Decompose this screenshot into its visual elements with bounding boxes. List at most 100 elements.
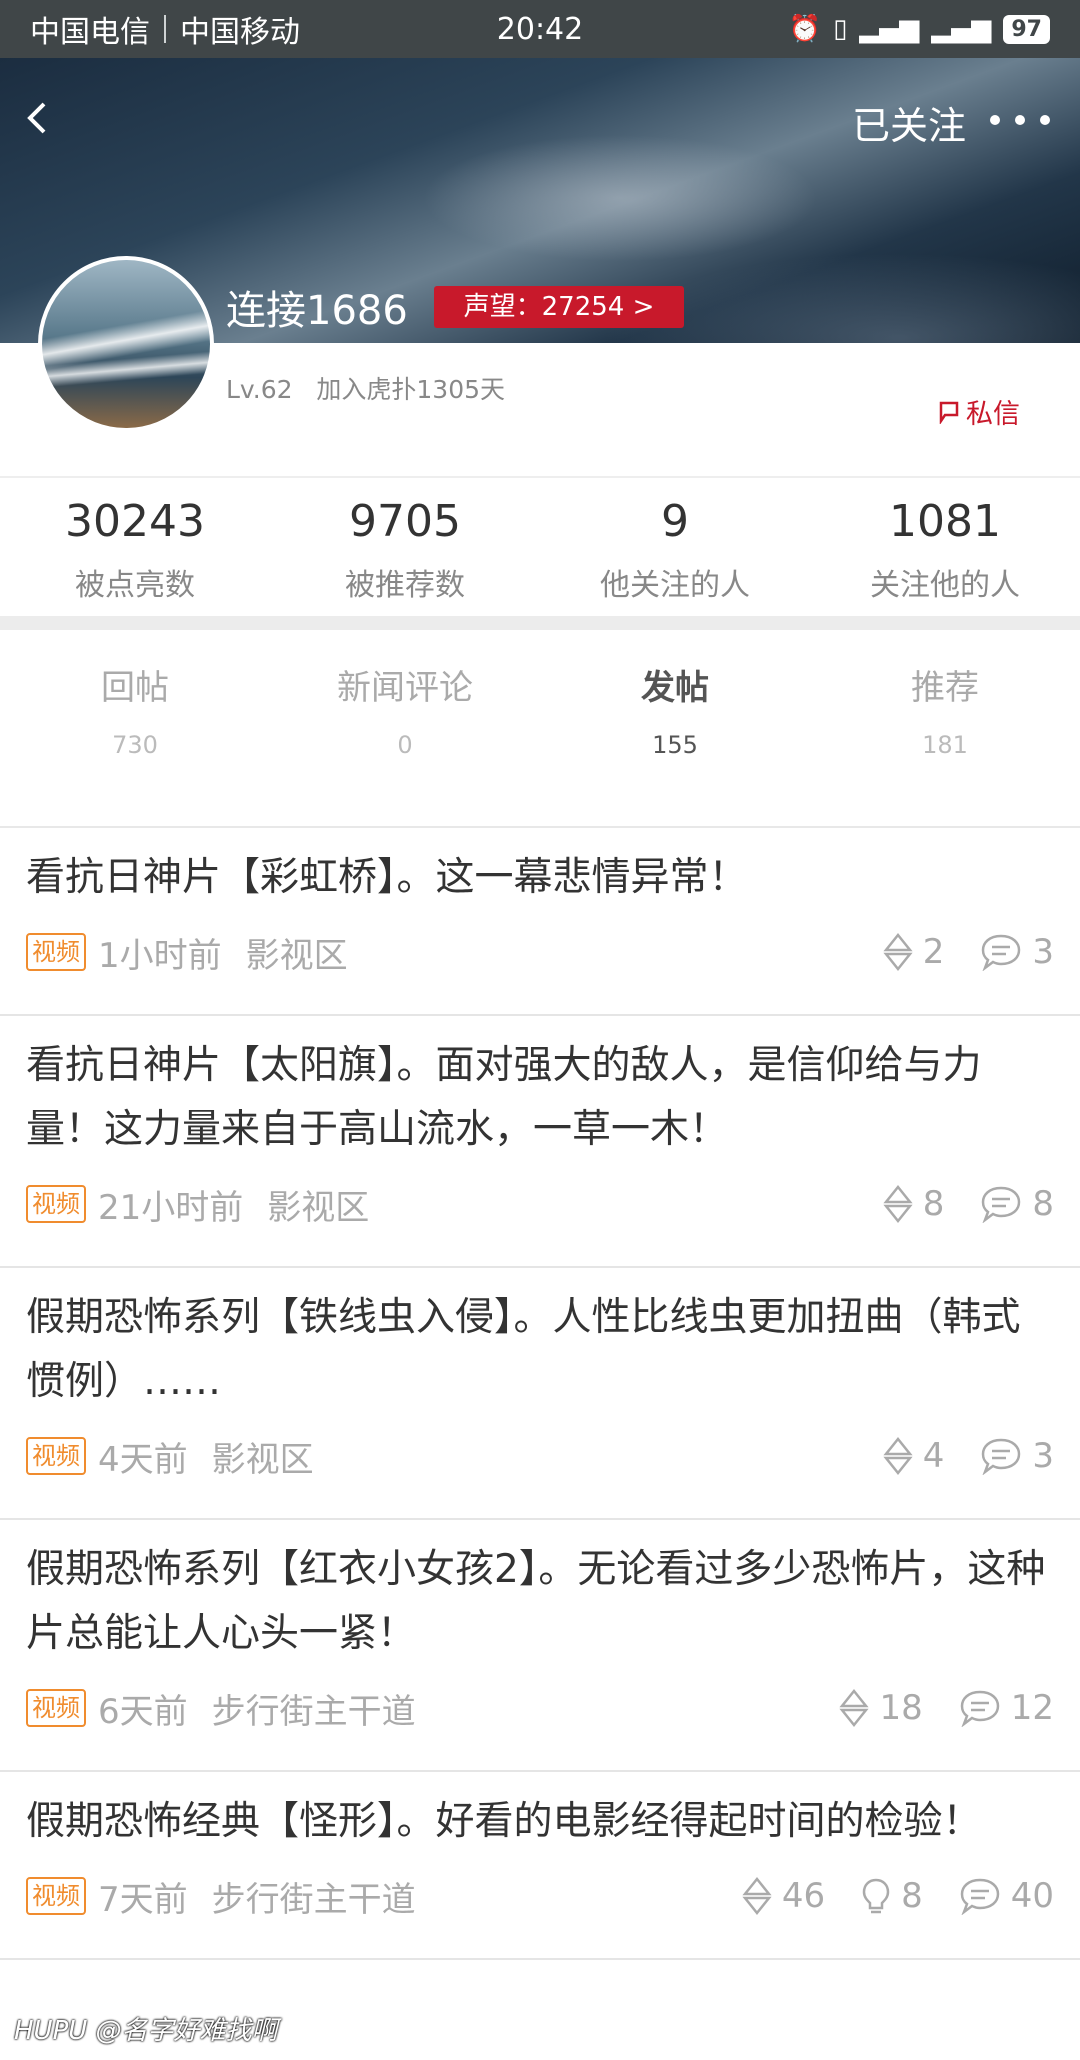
comment-count: 8 [980,1184,1054,1224]
comment-value: 3 [1032,1436,1054,1476]
upvote-value: 4 [922,1436,945,1476]
post-meta: 视频 6天前 步行街主干道 18 12 [0,1676,1080,1740]
list-item[interactable]: 假期恐怖系列【铁线虫入侵】。人性比线虫更加扭曲（韩式惯例）…… 视频 4天前 影… [0,1268,1080,1520]
upvote-value: 8 [922,1184,945,1224]
post-time: 21小时前 [98,1187,244,1228]
tab-count: 0 [397,731,413,759]
stat-label: 被点亮数 [75,568,195,603]
watermark: HUPU @名字好难找啊 [14,2016,278,2046]
private-message-label: 私信 [966,399,1020,430]
avatar[interactable] [38,256,214,432]
post-time: 7天前 [98,1879,188,1920]
content-tabs: 回帖 730 新闻评论 0 发帖 155 推荐 181 [0,630,1080,826]
comment-icon [982,1438,1021,1475]
post-title: 假期恐怖经典【怪形】。好看的电影经得起时间的检验！ [26,1799,982,1844]
post-title: 看抗日神片【太阳旗】。面对强大的敌人，是信仰给与力量！这力量来自于高山流水，一草… [26,1043,982,1152]
post-list: 看抗日神片【彩虹桥】。这一幕悲情异常！ 视频 1小时前 影视区 2 3 看抗日神… [0,828,1080,1960]
video-badge: 视频 [26,1877,86,1915]
upvote-icon [883,1184,913,1224]
post-counters: 18 12 [839,1688,1054,1728]
light-value: 8 [901,1876,923,1916]
back-button[interactable] [26,95,66,145]
tab-news-comments[interactable]: 新闻评论 0 [270,630,540,826]
tab-recommend[interactable]: 推荐 181 [810,630,1080,826]
video-badge: 视频 [26,1185,86,1223]
stat-label: 关注他的人 [870,568,1020,603]
comment-value: 8 [1032,1184,1054,1224]
alarm-icon: ⏰ [788,14,822,44]
signal-icon: ▂▄▆ [859,14,920,44]
tab-count: 155 [652,731,698,759]
post-meta: 视频 1小时前 影视区 2 3 [0,920,1080,984]
post-section: 步行街主干道 [211,1879,416,1920]
post-title: 看抗日神片【彩虹桥】。这一幕悲情异常！ [26,855,748,900]
username: 连接1686 [226,288,408,334]
upvote-value: 46 [781,1876,826,1916]
tab-replies[interactable]: 回帖 730 [0,630,270,826]
stat-followers[interactable]: 1081 关注他的人 [810,478,1080,616]
upvote-count: 46 [742,1876,825,1916]
stat-following[interactable]: 9 他关注的人 [540,478,810,616]
video-badge: 视频 [26,1437,86,1475]
tab-label: 推荐 [911,668,979,708]
post-counters: 2 3 [883,932,1054,972]
private-message-button[interactable]: 私信 [938,392,1020,431]
post-section: 步行街主干道 [211,1691,416,1732]
upvote-count: 2 [883,932,945,972]
post-counters: 46 8 40 [742,1876,1054,1916]
comment-count: 3 [980,1436,1054,1476]
comment-value: 12 [1010,1688,1054,1728]
stat-recommended[interactable]: 9705 被推荐数 [270,478,540,616]
light-count: 8 [861,1876,923,1916]
post-meta: 视频 7天前 步行街主干道 46 8 40 [0,1864,1080,1928]
user-level: Lv.62 [226,375,293,404]
upvote-value: 18 [879,1688,923,1728]
upvote-count: 18 [839,1688,923,1728]
video-badge: 视频 [26,1689,86,1727]
post-section: 影视区 [267,1187,370,1228]
status-bar: 中国电信 中国移动 20:42 ⏰ ▯ ▂▄▆ ▂▄▆ 97 [0,0,1080,58]
post-time: 4天前 [98,1439,188,1480]
tab-label: 发帖 [641,668,709,708]
follow-status-button[interactable]: 已关注 [852,95,966,150]
list-item[interactable]: 假期恐怖系列【红衣小女孩2】。无论看过多少恐怖片，这种片总能让人心头一紧！ 视频… [0,1520,1080,1772]
carrier-1: 中国电信 [30,15,150,50]
upvote-value: 2 [922,932,945,972]
stat-label: 被推荐数 [345,568,465,603]
stat-value: 9 [661,496,689,547]
post-meta: 视频 4天前 影视区 4 3 [0,1424,1080,1488]
level-info: Lv.62 加入虎扑1305天 [226,370,505,406]
comment-count: 40 [959,1876,1054,1916]
post-title: 假期恐怖系列【红衣小女孩2】。无论看过多少恐怖片，这种片总能让人心头一紧！ [26,1547,1046,1656]
battery-level: 97 [1003,14,1050,44]
comment-value: 40 [1010,1876,1054,1916]
status-icons: ⏰ ▯ ▂▄▆ ▂▄▆ 97 [788,14,1050,44]
stat-value: 30243 [65,496,205,547]
carrier-separator [164,15,166,43]
post-section: 影视区 [211,1439,314,1480]
carrier-2: 中国移动 [180,15,300,50]
section-separator [0,616,1080,630]
post-title: 假期恐怖系列【铁线虫入侵】。人性比线虫更加扭曲（韩式惯例）…… [26,1295,1021,1404]
list-item[interactable]: 看抗日神片【太阳旗】。面对强大的敌人，是信仰给与力量！这力量来自于高山流水，一草… [0,1016,1080,1268]
upvote-icon [742,1876,772,1916]
tab-posts[interactable]: 发帖 155 [540,630,810,826]
tab-label: 回帖 [101,668,169,708]
more-dots-icon[interactable] [990,100,1050,140]
join-days: 加入虎扑1305天 [316,375,506,404]
signal-icon-2: ▂▄▆ [931,14,992,44]
stat-lights[interactable]: 30243 被点亮数 [0,478,270,616]
list-item[interactable]: 假期恐怖经典【怪形】。好看的电影经得起时间的检验！ 视频 7天前 步行街主干道 … [0,1772,1080,1960]
comment-icon [960,1878,999,1915]
back-arrow-icon [27,102,46,134]
post-section: 影视区 [245,935,348,976]
video-badge: 视频 [26,933,86,971]
message-icon [939,401,959,424]
reputation-badge[interactable]: 声望：27254 > [434,286,684,328]
tab-label: 新闻评论 [337,668,473,708]
upvote-icon [883,1436,913,1476]
comment-count: 3 [980,932,1054,972]
post-time: 6天前 [98,1691,188,1732]
stat-value: 9705 [349,496,461,547]
list-item[interactable]: 看抗日神片【彩虹桥】。这一幕悲情异常！ 视频 1小时前 影视区 2 3 [0,828,1080,1016]
